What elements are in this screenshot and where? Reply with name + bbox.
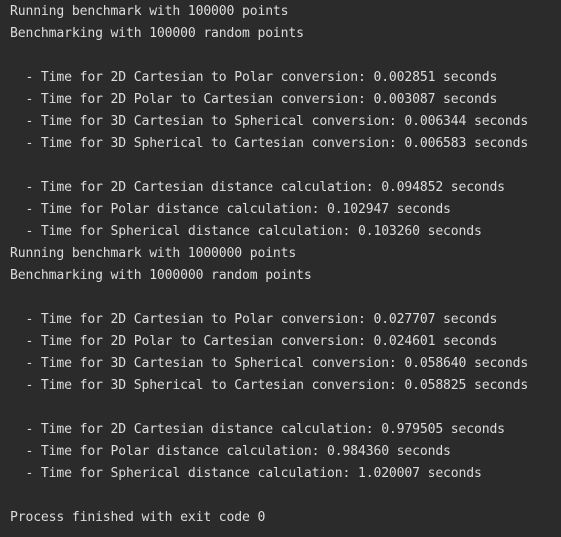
console-line: - Time for 3D Spherical to Cartesian con… <box>10 136 529 151</box>
console-line: Process finished with exit code 0 <box>10 510 266 525</box>
console-line: - Time for Polar distance calculation: 0… <box>10 202 451 217</box>
console-line: - Time for Spherical distance calculatio… <box>10 224 482 239</box>
console-line: Benchmarking with 100000 random points <box>10 26 304 41</box>
console-line: - Time for 3D Spherical to Cartesian con… <box>10 378 529 393</box>
console-line: - Time for 2D Cartesian distance calcula… <box>10 180 505 195</box>
console-line: - Time for Spherical distance calculatio… <box>10 466 482 481</box>
console-line: - Time for 2D Cartesian to Polar convers… <box>10 70 498 85</box>
console-line: - Time for 2D Cartesian distance calcula… <box>10 422 505 437</box>
console-line: - Time for 3D Cartesian to Spherical con… <box>10 114 529 129</box>
console-line: Running benchmark with 100000 points <box>10 4 289 19</box>
console-line: - Time for 3D Cartesian to Spherical con… <box>10 356 529 371</box>
console-line: Running benchmark with 1000000 points <box>10 246 297 261</box>
console-output[interactable]: Running benchmark with 100000 points Ben… <box>0 0 561 537</box>
console-line: - Time for 2D Polar to Cartesian convers… <box>10 334 498 349</box>
console-line: Benchmarking with 1000000 random points <box>10 268 312 283</box>
console-line: - Time for 2D Polar to Cartesian convers… <box>10 92 498 107</box>
console-line: - Time for Polar distance calculation: 0… <box>10 444 451 459</box>
console-line: - Time for 2D Cartesian to Polar convers… <box>10 312 498 327</box>
